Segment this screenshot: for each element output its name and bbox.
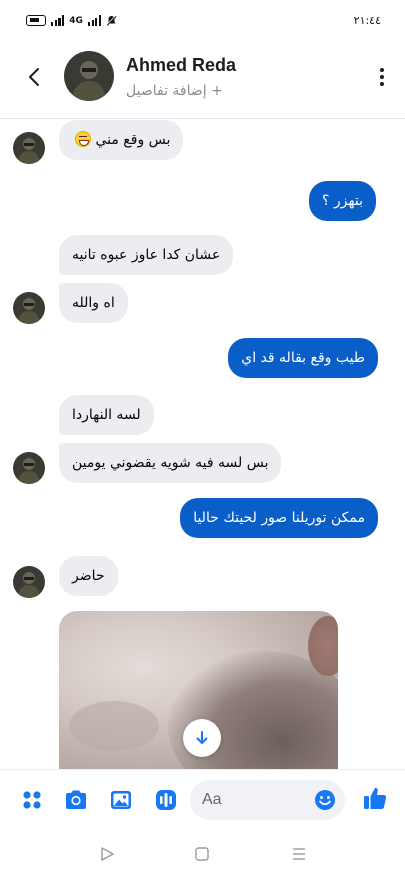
profile-photo	[13, 566, 45, 598]
download-button[interactable]	[183, 719, 221, 757]
battery-icon	[26, 15, 46, 26]
mute-icon	[106, 15, 117, 26]
message-text: بس لسه فيه شويه يقضوني يومين	[72, 455, 269, 471]
message-text: اه والله	[72, 295, 115, 311]
add-details-link[interactable]: + إضافة تفاصيل	[126, 83, 223, 99]
emoji-icon[interactable]	[314, 789, 336, 811]
contact-avatar[interactable]	[64, 51, 114, 101]
nav-back-button[interactable]	[97, 844, 117, 864]
sender-avatar[interactable]	[13, 566, 45, 598]
laughing-emoji-icon	[75, 131, 91, 147]
sender-avatar[interactable]	[13, 452, 45, 484]
signal-icon	[51, 15, 65, 26]
message-text: ممكن توريلنا صور لحيتك حاليا	[193, 510, 365, 526]
more-options-button[interactable]	[375, 65, 389, 89]
profile-photo	[13, 292, 45, 324]
square-home-icon	[195, 847, 209, 861]
voice-button[interactable]	[153, 787, 179, 813]
menu-grid-icon	[23, 791, 41, 809]
download-arrow-icon	[196, 731, 208, 744]
header-divider	[0, 118, 405, 119]
camera-icon	[66, 790, 86, 809]
like-icon	[364, 787, 387, 809]
incoming-message[interactable]: بس لسه فيه شويه يقضوني يومين	[59, 443, 282, 483]
message-text: بس وقع مني	[95, 132, 171, 148]
conversation-header: Ahmed Reda + إضافة تفاصيل	[0, 44, 405, 114]
incoming-message[interactable]: حاضر	[59, 556, 118, 596]
like-button[interactable]	[362, 785, 388, 811]
clock: ٢١:٤٤	[353, 14, 381, 27]
status-bar: 4G ٢١:٤٤	[0, 0, 405, 44]
voice-icon	[156, 790, 176, 810]
profile-photo	[13, 132, 45, 164]
message-input-container[interactable]	[190, 780, 345, 820]
outgoing-message[interactable]: بتهزر ؟	[309, 181, 376, 221]
back-button[interactable]	[20, 63, 48, 91]
recents-menu-icon	[293, 848, 305, 860]
incoming-message[interactable]: لسه النهاردا	[59, 395, 154, 435]
more-actions-button[interactable]	[19, 787, 45, 813]
message-input[interactable]	[202, 789, 302, 811]
gallery-icon	[111, 791, 131, 809]
incoming-message[interactable]: عشان كدا عاوز عبوه تانيه	[59, 235, 234, 275]
message-text: طيب وقع بقاله قد اي	[241, 350, 365, 366]
message-text: بتهزر ؟	[322, 193, 363, 209]
message-text: عشان كدا عاوز عبوه تانيه	[72, 247, 221, 263]
profile-photo	[64, 51, 114, 101]
message-text: حاضر	[72, 568, 105, 584]
gallery-button[interactable]	[108, 787, 134, 813]
signal-icon-2	[87, 15, 102, 26]
triangle-back-icon	[101, 847, 114, 861]
message-text: لسه النهاردا	[72, 407, 141, 423]
system-navigation-bar	[0, 831, 405, 878]
nav-recents-button[interactable]	[289, 844, 309, 864]
sender-avatar[interactable]	[13, 132, 45, 164]
network-label: 4G	[69, 15, 83, 26]
vertical-dots-icon	[380, 68, 384, 72]
outgoing-message[interactable]: طيب وقع بقاله قد اي	[228, 338, 378, 378]
status-icons: 4G	[26, 15, 117, 26]
chevron-left-icon	[29, 68, 39, 86]
sender-avatar[interactable]	[13, 292, 45, 324]
camera-button[interactable]	[63, 787, 89, 813]
nav-home-button[interactable]	[192, 844, 212, 864]
incoming-message[interactable]: اه والله	[59, 283, 128, 323]
contact-name[interactable]: Ahmed Reda	[126, 55, 236, 76]
message-composer	[0, 769, 405, 831]
profile-photo	[13, 452, 45, 484]
incoming-message[interactable]: بس وقع مني	[59, 120, 184, 160]
outgoing-message[interactable]: ممكن توريلنا صور لحيتك حاليا	[180, 498, 378, 538]
